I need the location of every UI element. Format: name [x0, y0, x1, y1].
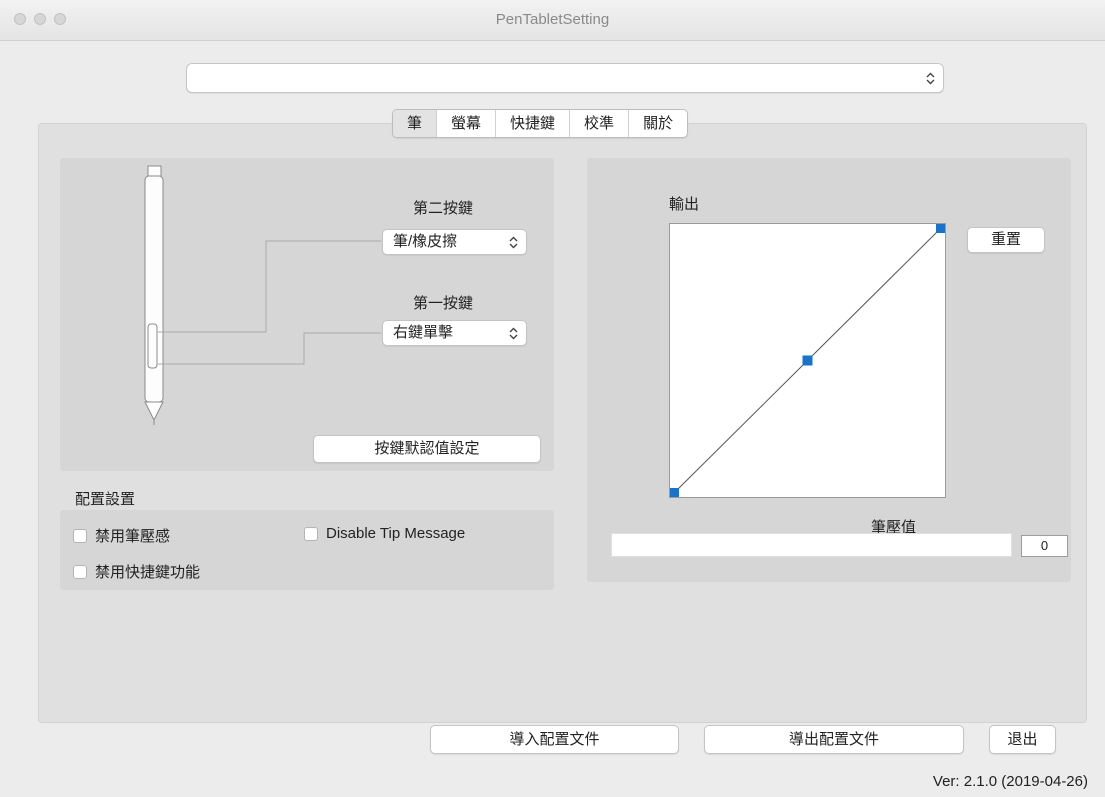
pen-icon: [144, 165, 164, 425]
curve-control-point[interactable]: [802, 355, 813, 366]
reset-curve-button[interactable]: 重置: [967, 227, 1045, 253]
first-button-label: 第一按鍵: [413, 295, 474, 312]
chevron-updown-icon: [509, 321, 518, 345]
disable-pressure-label: 禁用筆壓感: [95, 528, 171, 545]
pressure-curve-canvas: [670, 224, 945, 497]
pressure-curve-graph[interactable]: [669, 223, 946, 498]
curve-control-point[interactable]: [670, 488, 679, 497]
curve-control-point[interactable]: [936, 224, 945, 233]
button-defaults-button[interactable]: 按鍵默認值設定: [313, 435, 541, 463]
pressure-level-bar: [611, 533, 1012, 557]
disable-tip-message-label: Disable Tip Message: [326, 525, 466, 542]
version-label: Ver: 2.1.0 (2019-04-26): [932, 773, 1088, 790]
import-config-button[interactable]: 導入配置文件: [430, 725, 679, 754]
chevron-updown-icon: [509, 230, 518, 254]
disable-shortcuts-checkbox[interactable]: 禁用快捷鍵功能: [73, 561, 200, 582]
second-button-label: 第二按鍵: [413, 200, 474, 217]
checkbox-box[interactable]: [304, 526, 318, 541]
checkbox-box[interactable]: [73, 564, 87, 579]
output-label: 輸出: [669, 196, 700, 213]
first-button-select-value: 右鍵單擊: [393, 324, 454, 341]
disable-pressure-checkbox[interactable]: 禁用筆壓感: [73, 525, 170, 546]
disable-shortcuts-label: 禁用快捷鍵功能: [95, 564, 201, 581]
second-button-select-value: 筆/橡皮擦: [393, 233, 458, 250]
checkbox-box[interactable]: [73, 528, 87, 543]
export-config-button[interactable]: 導出配置文件: [704, 725, 964, 754]
pen-button-connector-lines: [158, 240, 381, 365]
exit-button[interactable]: 退出: [989, 725, 1056, 754]
second-button-select[interactable]: 筆/橡皮擦: [382, 229, 527, 255]
pressure-value-field: 0: [1021, 535, 1068, 557]
first-button-select[interactable]: 右鍵單擊: [382, 320, 527, 346]
disable-tip-message-checkbox[interactable]: Disable Tip Message: [304, 525, 465, 542]
config-section-title: 配置設置: [75, 491, 136, 508]
